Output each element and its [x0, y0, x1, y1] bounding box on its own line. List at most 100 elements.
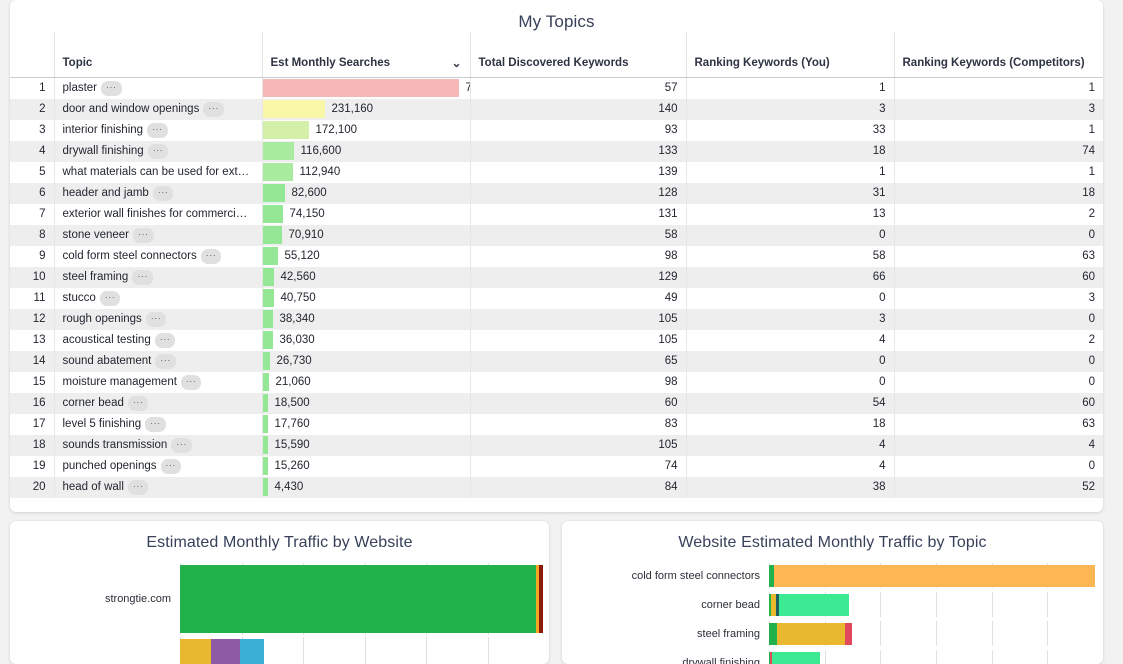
- row-menu-icon[interactable]: ···: [127, 479, 149, 495]
- cell-ranking-comp: 74: [894, 140, 1103, 162]
- table-row[interactable]: 6 header and jamb ··· 82,600 128 31 18: [10, 182, 1103, 204]
- chart-stacked-bar[interactable]: [769, 622, 1103, 645]
- topic-cell[interactable]: interior finishing ···: [54, 119, 263, 141]
- cell-ranking-comp: 3: [894, 287, 1103, 309]
- row-menu-icon[interactable]: ···: [253, 164, 261, 180]
- topic-cell[interactable]: exterior wall finishes for commerci…···: [54, 203, 263, 225]
- topic-cell[interactable]: level 5 finishing ···: [54, 413, 263, 435]
- table-row[interactable]: 12 rough openings ··· 38,340 105 3 0: [10, 308, 1103, 330]
- table-row[interactable]: 15 moisture management ··· 21,060 98 0 0: [10, 371, 1103, 393]
- row-menu-icon[interactable]: ···: [152, 185, 174, 201]
- topic-cell[interactable]: stone veneer ···: [54, 224, 263, 246]
- chevron-down-icon[interactable]: ⌄: [451, 57, 461, 69]
- table-row[interactable]: 17 level 5 finishing ··· 17,760 83 18 63: [10, 413, 1103, 435]
- topic-name: moisture management: [62, 375, 177, 388]
- chart-category-row: drywall finishing: [562, 650, 1103, 664]
- table-row[interactable]: 14 sound abatement ··· 26,730 65 0 0: [10, 350, 1103, 372]
- row-menu-icon[interactable]: ···: [145, 416, 166, 432]
- chart-bar-segment[interactable]: [769, 622, 777, 645]
- est-monthly-searches-cell: 15,260: [262, 455, 471, 477]
- chart-category-row: corner bead: [562, 592, 1103, 617]
- topic-cell[interactable]: sound abatement ···: [54, 350, 263, 372]
- est-monthly-searches-cell: 70,910: [262, 224, 471, 246]
- row-menu-icon[interactable]: ···: [154, 332, 176, 348]
- column-header-ranking_comp[interactable]: Ranking Keywords (Competitors): [894, 32, 1103, 78]
- chart-bar-segment[interactable]: [211, 639, 241, 664]
- chart-bar-segment[interactable]: [771, 651, 821, 664]
- topic-cell[interactable]: door and window openings ···: [54, 98, 263, 120]
- row-menu-icon[interactable]: ···: [101, 80, 122, 96]
- topic-cell[interactable]: cold form steel connectors ···: [54, 245, 263, 267]
- chart-stacked-bar[interactable]: [769, 651, 1103, 664]
- table-row[interactable]: 16 corner bead ··· 18,500 60 54 60: [10, 392, 1103, 414]
- column-header-ranking_you[interactable]: Ranking Keywords (You): [686, 32, 895, 78]
- row-menu-icon[interactable]: ···: [99, 290, 121, 306]
- chart-bar-segment[interactable]: [774, 564, 1095, 587]
- est-monthly-searches-cell: 21,060: [262, 371, 471, 393]
- chart-stacked-bar[interactable]: [180, 639, 549, 664]
- table-row[interactable]: 11 stucco ··· 40,750 49 0 3: [10, 287, 1103, 309]
- row-menu-icon[interactable]: ···: [147, 122, 168, 138]
- cell-ranking-you: 3: [686, 98, 895, 120]
- table-row[interactable]: 9 cold form steel connectors ··· 55,120 98 58…: [10, 245, 1103, 267]
- topic-cell[interactable]: corner bead ···: [54, 392, 263, 414]
- column-header-index[interactable]: [10, 32, 55, 78]
- chart-bar-segment[interactable]: [539, 565, 544, 633]
- topic-cell[interactable]: rough openings ···: [54, 308, 263, 330]
- table-row[interactable]: 7exterior wall finishes for commerci…···…: [10, 203, 1103, 225]
- table-row[interactable]: 2 door and window openings ··· 231,160 140 3 3: [10, 98, 1103, 120]
- chart-stacked-bar[interactable]: [769, 564, 1103, 587]
- table-row[interactable]: 19 punched openings ··· 15,260 74 4 0: [10, 455, 1103, 477]
- column-header-searches[interactable]: Est Monthly Searches ⌄: [262, 32, 471, 78]
- row-menu-icon[interactable]: ···: [171, 437, 192, 453]
- topic-cell[interactable]: moisture management ···: [54, 371, 263, 393]
- row-menu-icon[interactable]: ···: [133, 227, 154, 243]
- chart-stacked-bar[interactable]: [769, 593, 1103, 616]
- cell-ranking-you: 1: [686, 161, 895, 183]
- chart-bar-segment[interactable]: [778, 593, 849, 616]
- chart-bar-segment[interactable]: [240, 639, 265, 664]
- column-header-label: Ranking Keywords (Competitors): [902, 56, 1085, 69]
- searches-value: 82,600: [291, 187, 327, 199]
- row-menu-icon[interactable]: ···: [180, 374, 202, 390]
- chart-bar-segment[interactable]: [180, 639, 212, 664]
- topic-cell[interactable]: sounds transmission ···: [54, 434, 263, 456]
- topic-cell[interactable]: what materials can be used for ext…···: [54, 161, 263, 183]
- chart-stacked-bar[interactable]: [180, 565, 549, 633]
- chart-bar-segment[interactable]: [180, 565, 537, 633]
- row-menu-icon[interactable]: ···: [127, 395, 149, 411]
- topic-cell[interactable]: punched openings ···: [54, 455, 263, 477]
- chart-bar-segment[interactable]: [845, 622, 852, 645]
- row-menu-icon[interactable]: ···: [147, 143, 169, 159]
- row-menu-icon[interactable]: ···: [203, 101, 224, 117]
- topic-cell[interactable]: stucco ···: [54, 287, 263, 309]
- row-menu-icon[interactable]: ···: [145, 311, 167, 327]
- row-menu-icon[interactable]: ···: [132, 269, 153, 285]
- topic-cell[interactable]: header and jamb ···: [54, 182, 263, 204]
- column-header-topic[interactable]: Topic: [54, 32, 263, 78]
- row-menu-icon[interactable]: ···: [160, 458, 181, 474]
- table-row[interactable]: 5what materials can be used for ext…···1…: [10, 161, 1103, 183]
- topic-cell[interactable]: head of wall ···: [54, 476, 263, 498]
- chart-bar-segment[interactable]: [776, 622, 846, 645]
- topic-cell[interactable]: plaster ···: [54, 77, 263, 99]
- cell-ranking-you: 58: [686, 245, 895, 267]
- table-row[interactable]: 3 interior finishing ··· 172,100 93 33 1: [10, 119, 1103, 141]
- table-row[interactable]: 18 sounds transmission ··· 15,590 105 4 4: [10, 434, 1103, 456]
- table-row[interactable]: 20 head of wall ··· 4,430 84 38 52: [10, 476, 1103, 498]
- topic-cell[interactable]: drywall finishing ···: [54, 140, 263, 162]
- row-menu-icon[interactable]: ···: [200, 248, 222, 264]
- row-menu-icon[interactable]: ···: [155, 353, 176, 369]
- table-row[interactable]: 13 acoustical testing ··· 36,030 105 4 2: [10, 329, 1103, 351]
- column-header-discovered[interactable]: Total Discovered Keywords: [470, 32, 687, 78]
- table-row[interactable]: 8 stone veneer ··· 70,910 58 0 0: [10, 224, 1103, 246]
- row-menu-icon[interactable]: ···: [251, 206, 261, 222]
- topic-cell[interactable]: acoustical testing ···: [54, 329, 263, 351]
- topic-cell[interactable]: steel framing ···: [54, 266, 263, 288]
- table-row[interactable]: 10 steel framing ··· 42,560 129 66 60: [10, 266, 1103, 288]
- chart-plot-area: [180, 637, 549, 664]
- cell-ranking-comp: 0: [894, 371, 1103, 393]
- cell-discovered: 131: [470, 203, 687, 225]
- table-row[interactable]: 4 drywall finishing ··· 116,600 133 18 74: [10, 140, 1103, 162]
- table-row[interactable]: 1plaster···730,3605711: [10, 77, 1103, 99]
